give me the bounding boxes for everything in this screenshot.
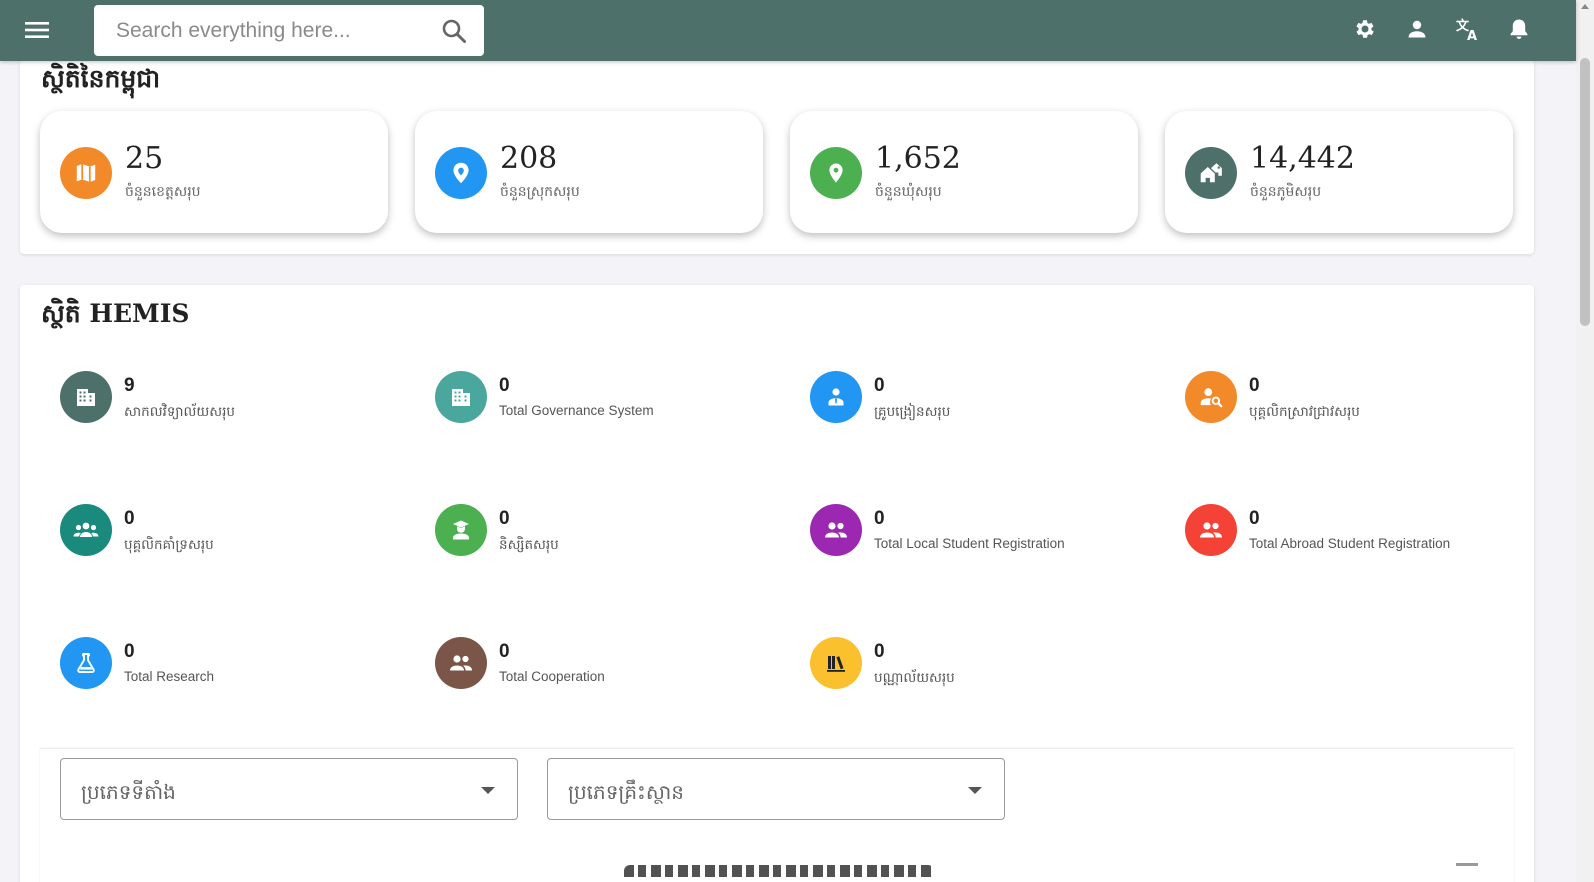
abroad-registration-count: 0	[1249, 508, 1260, 529]
research-count: 0	[124, 641, 135, 662]
cooperation-count: 0	[499, 641, 510, 662]
search-input[interactable]	[94, 5, 424, 56]
governance-count: 0	[499, 375, 510, 396]
support-staff-stat: 0 បុគ្គលិកគាំទ្រសរុប	[60, 504, 400, 560]
local-registration-stat: 0 Total Local Student Registration	[810, 504, 1150, 560]
location-pin-icon	[435, 147, 487, 199]
institution-type-label: ប្រភេទគ្រឹះស្ថាន	[568, 780, 684, 804]
building-icon	[435, 371, 487, 423]
houses-icon	[1185, 147, 1237, 199]
translate-icon[interactable]: 文A	[1453, 14, 1483, 44]
university-count: 9	[124, 375, 135, 396]
researcher-stat: 0 បុគ្គលិកស្រាវជ្រាវសរុប	[1185, 371, 1525, 427]
cooperation-label: Total Cooperation	[499, 669, 605, 684]
research-label: Total Research	[124, 669, 215, 684]
research-stat: 0 Total Research	[60, 637, 400, 693]
commune-label: ចំនួនឃុំសរុប	[875, 184, 942, 200]
menu-icon[interactable]	[22, 16, 52, 44]
person-icon[interactable]	[1402, 14, 1432, 44]
library-stat: 0 បណ្ណាល័យសរុប	[810, 637, 1150, 693]
province-count: 25	[125, 141, 164, 176]
gear-icon[interactable]	[1350, 14, 1380, 44]
search-box	[94, 5, 484, 56]
place-marker-icon	[810, 147, 862, 199]
page-scrollbar[interactable]	[1576, 0, 1594, 882]
bell-icon[interactable]	[1504, 14, 1534, 44]
village-label: ចំនួនភូមិសរុប	[1250, 184, 1322, 200]
province-stat-card: 25 ចំនួនខេត្តសរុប	[40, 111, 388, 233]
village-stat-card: 14,442 ចំនួនភូមិសរុប	[1165, 111, 1513, 233]
university-stat: 9 សាកលវិទ្យាល័យសរុប	[60, 371, 400, 427]
books-icon	[810, 637, 862, 689]
svg-text:A: A	[1467, 29, 1477, 42]
filter-panel: ប្រភេទទីតាំង ប្រភេទគ្រឹះស្ថាន	[40, 748, 1514, 882]
student-count: 0	[499, 508, 510, 529]
teacher-icon	[810, 371, 862, 423]
building-icon	[60, 371, 112, 423]
chevron-down-icon	[968, 787, 982, 794]
hemis-stats-title: ស្ថិតិ HEMIS	[41, 299, 190, 328]
district-label: ចំនួនស្រុកសរុប	[500, 184, 580, 200]
location-type-select[interactable]: ប្រភេទទីតាំង	[60, 758, 518, 820]
location-type-label: ប្រភេទទីតាំង	[81, 780, 176, 804]
person-search-icon	[1185, 371, 1237, 423]
chevron-down-icon	[481, 787, 495, 794]
commune-count: 1,652	[875, 141, 961, 176]
group-icon	[60, 504, 112, 556]
flask-icon	[60, 637, 112, 689]
people-icon	[810, 504, 862, 556]
heading-glyph-strip	[624, 865, 934, 877]
student-label: និស្សិតសរុប	[499, 537, 559, 552]
section-heading-partial	[624, 863, 944, 877]
governance-label: Total Governance System	[499, 403, 654, 418]
top-app-bar: 文A	[0, 0, 1576, 61]
people-icon	[435, 637, 487, 689]
local-registration-count: 0	[874, 508, 885, 529]
teacher-count: 0	[874, 375, 885, 396]
scroll-thumb[interactable]	[1580, 58, 1590, 326]
village-count: 14,442	[1250, 141, 1355, 176]
people-icon	[1185, 504, 1237, 556]
collapse-icon[interactable]	[1456, 863, 1478, 866]
researcher-count: 0	[1249, 375, 1260, 396]
support-staff-count: 0	[124, 508, 135, 529]
cambodia-stats-panel: ស្ថិតិនៃកម្ពុជា 25 ចំនួនខេត្តសរុប 208 ចំ…	[20, 60, 1534, 254]
local-registration-label: Total Local Student Registration	[874, 536, 1065, 551]
district-count: 208	[500, 141, 558, 176]
scroll-up-arrow-icon[interactable]	[1581, 4, 1589, 9]
graduate-icon	[435, 504, 487, 556]
abroad-registration-label: Total Abroad Student Registration	[1249, 536, 1451, 551]
university-label: សាកលវិទ្យាល័យសរុប	[124, 404, 235, 419]
district-stat-card: 208 ចំនួនស្រុកសរុប	[415, 111, 763, 233]
student-stat: 0 និស្សិតសរុប	[435, 504, 775, 560]
commune-stat-card: 1,652 ចំនួនឃុំសរុប	[790, 111, 1138, 233]
library-label: បណ្ណាល័យសរុប	[874, 670, 955, 685]
teacher-stat: 0 គ្រូបង្រៀនសរុប	[810, 371, 1150, 427]
cambodia-stats-title: ស្ថិតិនៃកម្ពុជា	[41, 64, 161, 93]
researcher-label: បុគ្គលិកស្រាវជ្រាវសរុប	[1249, 404, 1360, 419]
province-label: ចំនួនខេត្តសរុប	[125, 184, 201, 200]
library-count: 0	[874, 641, 885, 662]
search-icon[interactable]	[440, 17, 468, 45]
support-staff-label: បុគ្គលិកគាំទ្រសរុប	[124, 537, 214, 552]
abroad-registration-stat: 0 Total Abroad Student Registration	[1185, 504, 1525, 560]
governance-stat: 0 Total Governance System	[435, 371, 775, 427]
map-icon	[60, 147, 112, 199]
cooperation-stat: 0 Total Cooperation	[435, 637, 775, 693]
institution-type-select[interactable]: ប្រភេទគ្រឹះស្ថាន	[547, 758, 1005, 820]
teacher-label: គ្រូបង្រៀនសរុប	[874, 404, 951, 419]
